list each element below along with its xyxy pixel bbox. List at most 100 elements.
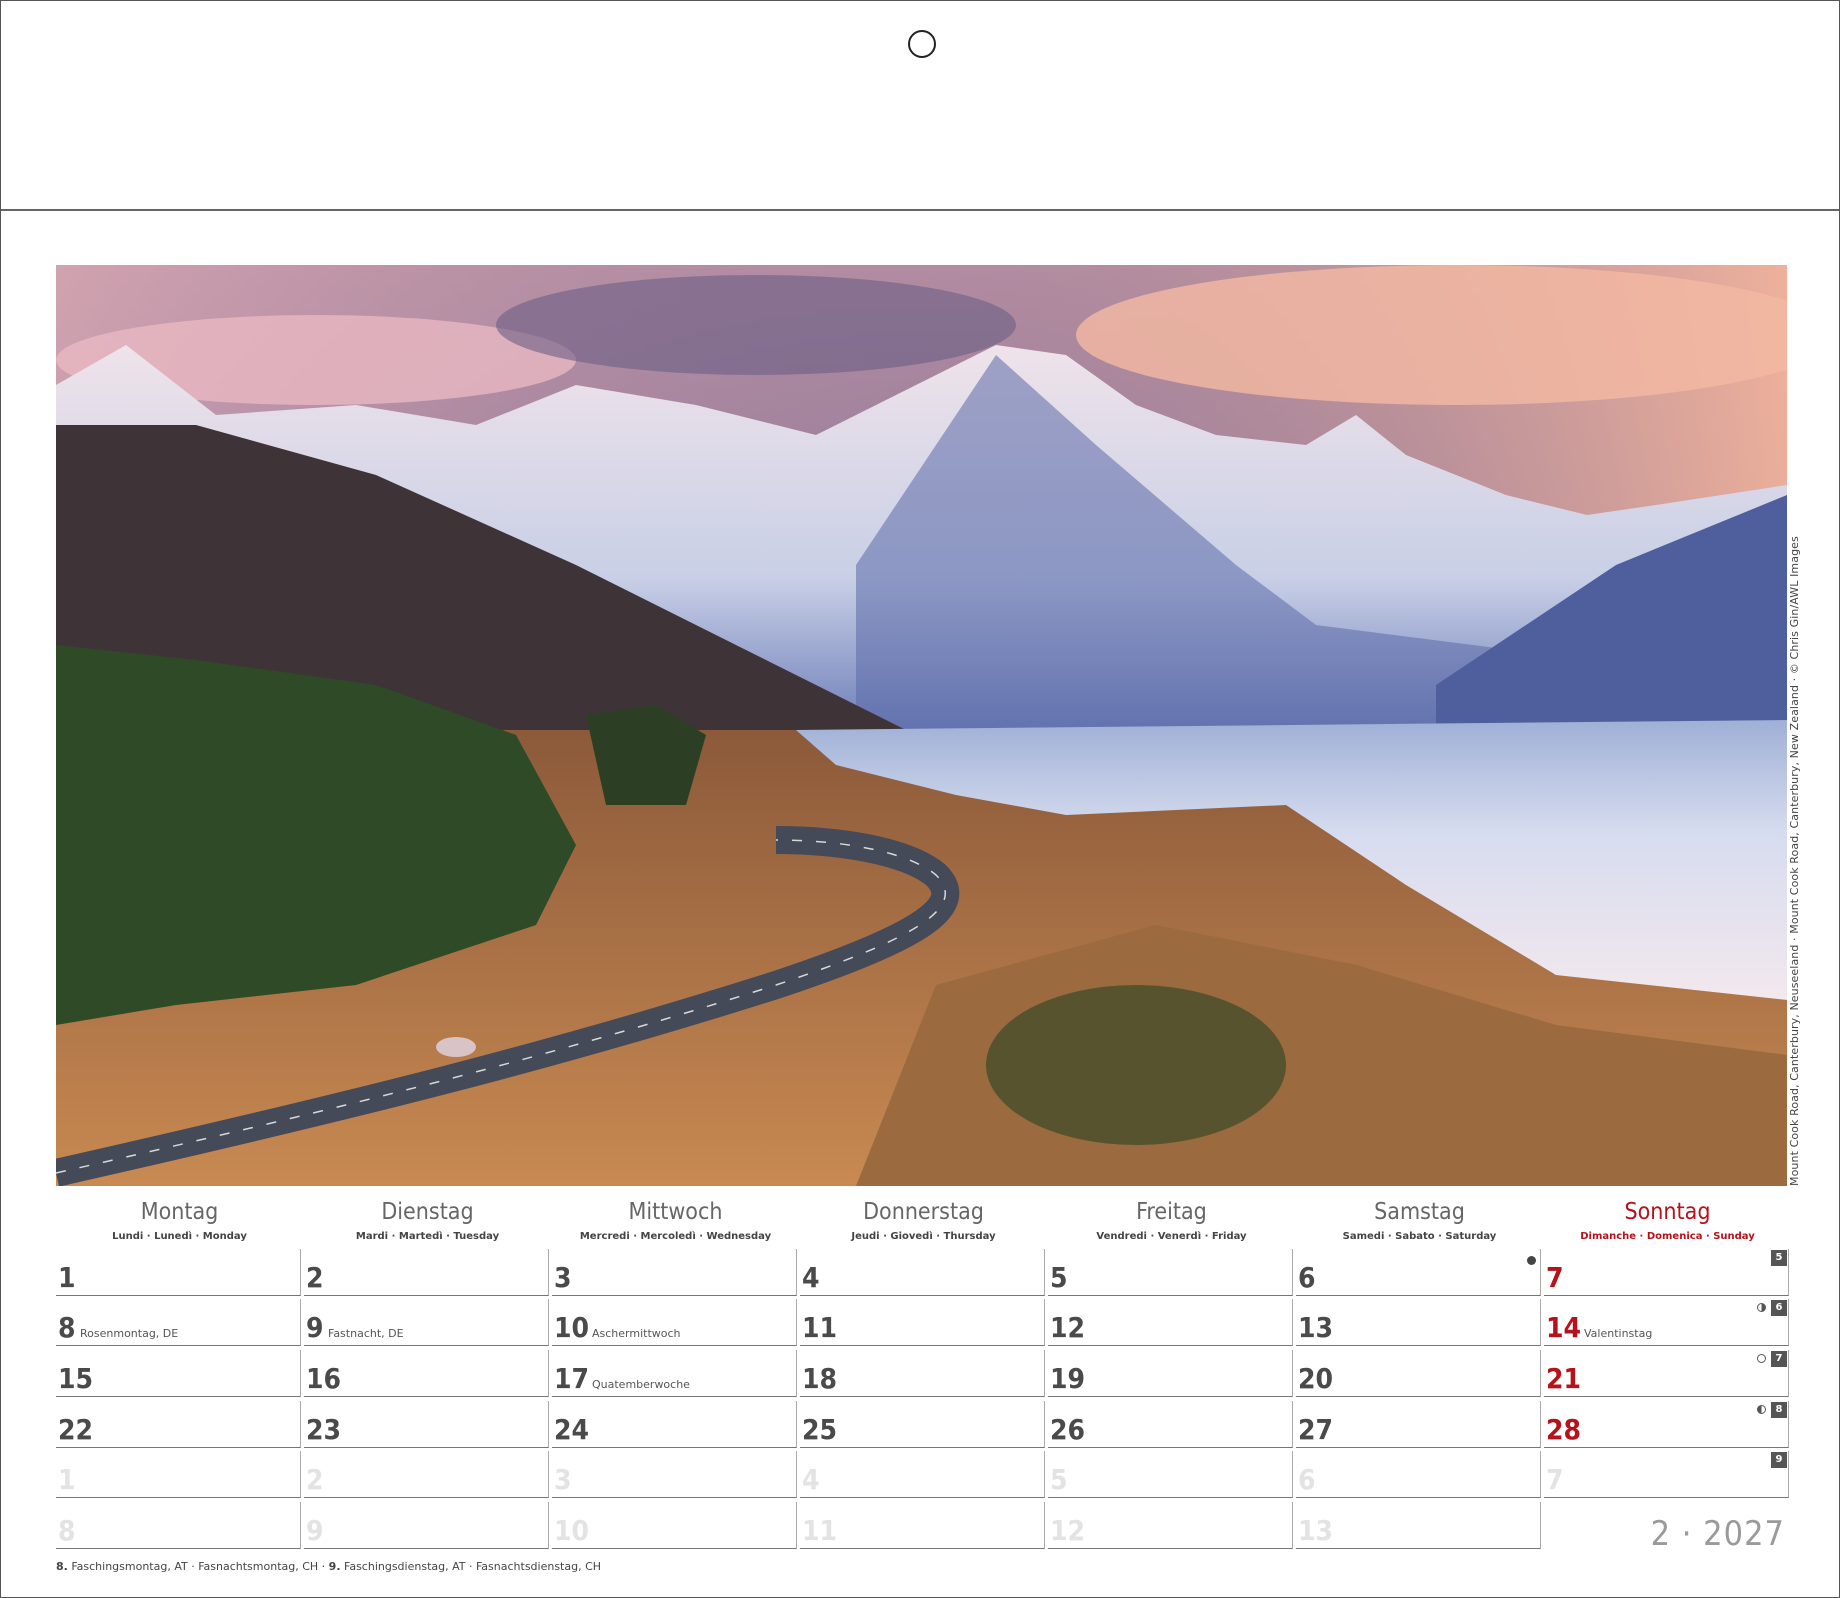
footnote-text: Faschingsdienstag, AT · Fasnachtsdiensta… bbox=[340, 1560, 602, 1573]
day-cell: 22 bbox=[56, 1401, 301, 1448]
day-cell: 11 bbox=[800, 1502, 1045, 1549]
day-cell: 20 bbox=[1296, 1350, 1541, 1397]
day-number: 22 bbox=[58, 1413, 94, 1446]
day-note: Valentinstag bbox=[1584, 1327, 1653, 1340]
day-cell: 9 Fastnacht, DE bbox=[304, 1299, 549, 1346]
weekday-header: Samstag Samedi · Sabato · Saturday bbox=[1296, 1197, 1543, 1242]
day-cell: 6 bbox=[1296, 1249, 1541, 1296]
day-cell: 25 bbox=[800, 1401, 1045, 1448]
day-number: 6 bbox=[1298, 1463, 1316, 1496]
day-note: Rosenmontag, DE bbox=[80, 1327, 179, 1340]
day-number: 10 bbox=[554, 1311, 590, 1344]
calendar-week-badge: 7 bbox=[1771, 1351, 1787, 1367]
moon-phase-last-icon bbox=[1757, 1405, 1766, 1414]
day-number: 8 bbox=[58, 1311, 76, 1344]
day-number: 14 bbox=[1546, 1311, 1582, 1344]
calendar-week-badge: 5 bbox=[1771, 1250, 1787, 1266]
day-number: 7 bbox=[1546, 1261, 1564, 1294]
day-number: 21 bbox=[1546, 1362, 1582, 1395]
day-number: 13 bbox=[1298, 1311, 1334, 1344]
day-note: Aschermittwoch bbox=[592, 1327, 681, 1340]
calendar-page: Mount Cook Road, Canterbury, Neuseeland … bbox=[0, 0, 1840, 1598]
day-cell: 15 bbox=[56, 1350, 301, 1397]
day-cell: 4 bbox=[800, 1451, 1045, 1498]
day-number: 7 bbox=[1546, 1463, 1564, 1496]
day-number: 17 bbox=[554, 1362, 590, 1395]
day-cell: 10 Aschermittwoch bbox=[552, 1299, 797, 1346]
day-number: 1 bbox=[58, 1261, 76, 1294]
weekday-name: Mittwoch bbox=[628, 1199, 723, 1225]
day-cell: 13 bbox=[1296, 1299, 1541, 1346]
month-year-label: 2 · 2027 bbox=[1650, 1514, 1785, 1554]
day-cell: 16 bbox=[304, 1350, 549, 1397]
day-number: 5 bbox=[1050, 1463, 1068, 1496]
day-number: 11 bbox=[802, 1311, 838, 1344]
footnote-day: 8. bbox=[56, 1560, 68, 1573]
day-cell: 13 bbox=[1296, 1502, 1541, 1549]
calendar-week-badge: 8 bbox=[1771, 1402, 1787, 1418]
weekday-header: Mittwoch Mercredi · Mercoledì · Wednesday bbox=[552, 1197, 799, 1242]
photo-credit: Mount Cook Road, Canterbury, Neuseeland … bbox=[1788, 536, 1801, 1186]
day-cell: 1 bbox=[56, 1451, 301, 1498]
calendar-week-badge: 6 bbox=[1771, 1300, 1787, 1316]
day-cell: 8 Rosenmontag, DE bbox=[56, 1299, 301, 1346]
day-number: 4 bbox=[802, 1463, 820, 1496]
day-cell: 23 bbox=[304, 1401, 549, 1448]
day-number: 12 bbox=[1050, 1311, 1086, 1344]
mountain-lake-road-image bbox=[56, 265, 1787, 1186]
day-number: 26 bbox=[1050, 1413, 1086, 1446]
day-number: 12 bbox=[1050, 1514, 1086, 1547]
weekday-translations: Mardi · Martedì · Tuesday bbox=[355, 1231, 500, 1242]
day-number: 23 bbox=[306, 1413, 342, 1446]
hanging-strip bbox=[1, 1, 1839, 211]
day-number: 3 bbox=[554, 1261, 572, 1294]
day-cell: 12 bbox=[1048, 1299, 1293, 1346]
day-number: 11 bbox=[802, 1514, 838, 1547]
day-cell: 26 bbox=[1048, 1401, 1293, 1448]
day-cell: 21 7 bbox=[1544, 1350, 1789, 1397]
day-number: 15 bbox=[58, 1362, 94, 1395]
moon-phase-first-icon bbox=[1757, 1303, 1766, 1312]
holiday-footnote: 8. Faschingsmontag, AT · Fasnachtsmontag… bbox=[56, 1560, 601, 1573]
weekday-translations: Samedi · Sabato · Saturday bbox=[1342, 1231, 1497, 1242]
day-cell: 4 bbox=[800, 1249, 1045, 1296]
weekday-translations: Dimanche · Domenica · Sunday bbox=[1580, 1231, 1755, 1242]
day-cell: 6 bbox=[1296, 1451, 1541, 1498]
day-number: 1 bbox=[58, 1463, 76, 1496]
weekday-name: Donnerstag bbox=[863, 1199, 984, 1225]
landscape-photo bbox=[56, 265, 1787, 1186]
day-cell: 11 bbox=[800, 1299, 1045, 1346]
weekday-name: Freitag bbox=[1136, 1199, 1207, 1225]
weekday-header: Montag Lundi · Lunedì · Monday bbox=[56, 1197, 303, 1242]
day-note: Fastnacht, DE bbox=[328, 1327, 404, 1340]
day-number: 24 bbox=[554, 1413, 590, 1446]
day-cell: 10 bbox=[552, 1502, 797, 1549]
day-number: 19 bbox=[1050, 1362, 1086, 1395]
day-number: 10 bbox=[554, 1514, 590, 1547]
weekday-name: Samstag bbox=[1374, 1199, 1465, 1225]
calendar-week-badge: 9 bbox=[1771, 1452, 1787, 1468]
footnote-text: Faschingsmontag, AT · Fasnachtsmontag, C… bbox=[67, 1560, 329, 1573]
day-cell: 9 bbox=[304, 1502, 549, 1549]
day-cell: 2 bbox=[304, 1249, 549, 1296]
hanging-hole bbox=[908, 30, 936, 58]
day-cell: 24 bbox=[552, 1401, 797, 1448]
day-number: 2 bbox=[306, 1463, 324, 1496]
day-number: 5 bbox=[1050, 1261, 1068, 1294]
weekday-name: Montag bbox=[140, 1199, 219, 1225]
day-number: 4 bbox=[802, 1261, 820, 1294]
day-cell: 27 bbox=[1296, 1401, 1541, 1448]
day-number: 20 bbox=[1298, 1362, 1334, 1395]
day-cell: 17 Quatemberwoche bbox=[552, 1350, 797, 1397]
day-cell: 28 8 bbox=[1544, 1401, 1789, 1448]
day-number: 9 bbox=[306, 1514, 324, 1547]
day-cell: 75 bbox=[1544, 1249, 1789, 1296]
day-number: 2 bbox=[306, 1261, 324, 1294]
day-cell: 79 bbox=[1544, 1451, 1789, 1498]
day-number: 13 bbox=[1298, 1514, 1334, 1547]
day-cell: 14 Valentinstag 6 bbox=[1544, 1299, 1789, 1346]
moon-phase-full-icon bbox=[1757, 1354, 1766, 1363]
day-number: 3 bbox=[554, 1463, 572, 1496]
weekday-header: Donnerstag Jeudi · Giovedì · Thursday bbox=[800, 1197, 1047, 1242]
weekday-translations: Mercredi · Mercoledì · Wednesday bbox=[579, 1231, 772, 1242]
